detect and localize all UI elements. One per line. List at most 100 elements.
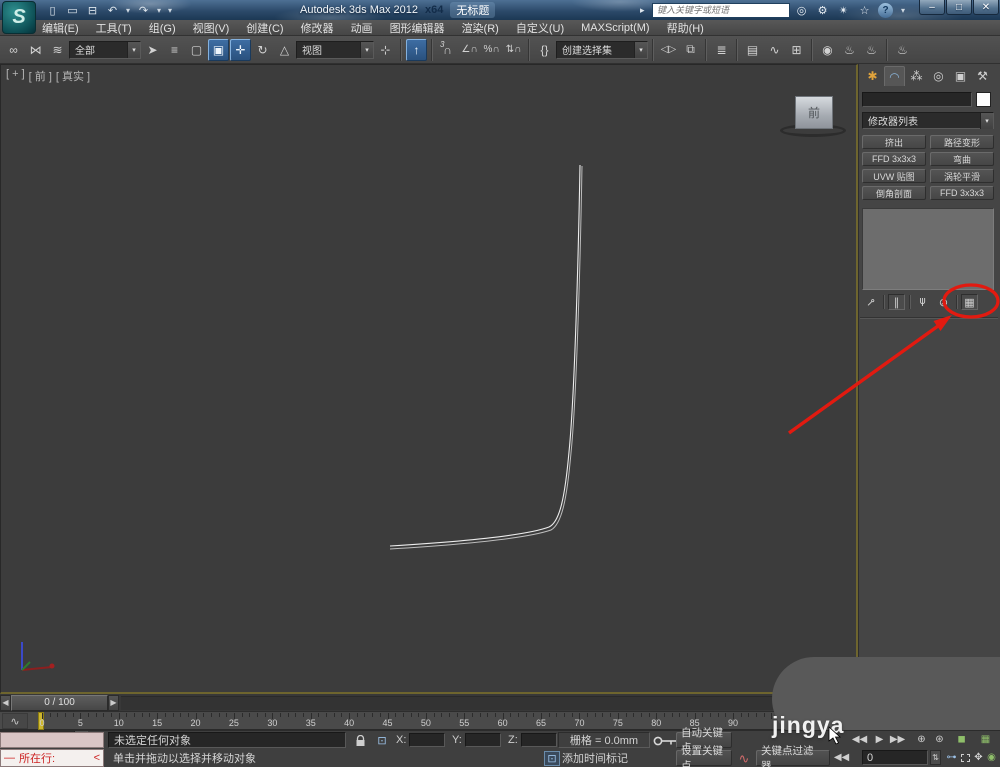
modifier-button-turbosmooth[interactable]: 涡轮平滑	[930, 169, 994, 183]
dropdown-caret-icon[interactable]: ▾	[634, 41, 647, 58]
menu-maxscript[interactable]: MAXScript(M)	[581, 22, 649, 34]
object-name-field[interactable]	[862, 91, 972, 107]
curve-editor-icon[interactable]: ∿	[764, 39, 785, 61]
schematic-view-icon[interactable]: ⊞	[786, 39, 807, 61]
configure-modifier-sets-icon[interactable]: ▦	[961, 294, 978, 310]
viewport-pov-menu[interactable]: [ 前 ]	[29, 68, 52, 84]
undo-icon[interactable]: ↶	[104, 3, 121, 18]
modifier-button-path-deform[interactable]: 路径变形	[930, 135, 994, 149]
selection-filter-dropdown[interactable]: 全部 ▾	[69, 40, 141, 59]
search-flyout-icon[interactable]: ▸	[640, 5, 650, 16]
zoom-icon[interactable]: ⊕	[914, 732, 929, 747]
key-mode-step-icon[interactable]: ◀◀	[834, 750, 849, 765]
open-mini-curve-editor-icon[interactable]: ∿	[2, 713, 28, 729]
menu-tools[interactable]: 工具(T)	[96, 20, 132, 36]
pin-stack-icon[interactable]: ⊸	[859, 290, 882, 313]
communication-center-icon[interactable]: ✴	[836, 4, 851, 17]
modify-tab-icon[interactable]: ◠	[884, 66, 905, 86]
reference-coordinate-dropdown[interactable]: 视图 ▾	[296, 40, 374, 59]
menu-help[interactable]: 帮助(H)	[667, 20, 704, 36]
zoom-extents-icon[interactable]: ◼	[954, 732, 969, 747]
menu-graph-editors[interactable]: 图形编辑器	[390, 20, 445, 36]
modifier-button-bend[interactable]: 弯曲	[930, 152, 994, 166]
time-tag-icon[interactable]: ⊡	[544, 751, 560, 766]
dropdown-caret-icon[interactable]: ▾	[980, 112, 993, 129]
viewcube[interactable]: 前	[795, 96, 833, 129]
menu-modifiers[interactable]: 修改器	[301, 20, 334, 36]
select-and-manipulate-icon[interactable]: ⊹	[375, 39, 396, 61]
selection-lock-icon[interactable]	[352, 733, 368, 748]
motion-tab-icon[interactable]: ◎	[928, 66, 949, 86]
search-input[interactable]	[652, 2, 790, 18]
object-color-swatch[interactable]	[976, 91, 991, 107]
y-value-field[interactable]	[464, 733, 501, 747]
graphite-ribbon-icon[interactable]: ▤	[742, 39, 763, 61]
favorites-star-icon[interactable]: ☆	[857, 4, 872, 17]
new-file-icon[interactable]: ▯	[44, 3, 61, 18]
rectangular-selection-region-icon[interactable]: ▢	[186, 39, 207, 61]
key-mode-toggle-icon[interactable]: ⊶	[944, 750, 959, 765]
viewport-general-menu[interactable]: [ + ]	[6, 68, 25, 84]
maximize-button[interactable]: □	[946, 0, 972, 15]
modifier-button-extrude[interactable]: 挤出	[862, 135, 926, 149]
modifier-button-uvw-map[interactable]: UVW 贴图	[862, 169, 926, 183]
menu-views[interactable]: 视图(V)	[193, 20, 230, 36]
align-icon[interactable]: ⧉	[680, 39, 701, 61]
render-setup-icon[interactable]: ♨	[839, 39, 860, 61]
go-to-start-icon[interactable]: ◀◀	[852, 732, 867, 747]
orbit-icon[interactable]: ◉	[984, 750, 999, 765]
help-caret-icon[interactable]: ▾	[899, 6, 907, 15]
play-animation-icon[interactable]: ▶	[872, 732, 887, 747]
hierarchy-tab-icon[interactable]: ⁂	[906, 66, 927, 86]
absolute-mode-icon[interactable]: ⊡	[374, 733, 390, 748]
modifier-button-ffd2[interactable]: FFD 3x3x3	[930, 186, 994, 200]
minimize-button[interactable]: –	[919, 0, 945, 15]
select-and-rotate-icon[interactable]: ↻	[252, 39, 273, 61]
undo-caret-icon[interactable]: ▾	[124, 6, 132, 15]
frame-spinner-icon[interactable]: ⇅	[930, 750, 941, 765]
new-key-curve-icon[interactable]: ∿	[736, 751, 752, 766]
modifier-button-ffd[interactable]: FFD 3x3x3	[862, 152, 926, 166]
bind-to-space-warp-icon[interactable]: ≋	[47, 39, 68, 61]
modifier-button-bevel-profile[interactable]: 倒角剖面	[862, 186, 926, 200]
modifier-stack-list[interactable]	[862, 208, 994, 290]
time-next-icon[interactable]: ▶	[108, 694, 119, 711]
current-frame-field[interactable]: 0	[862, 750, 928, 765]
menu-customize[interactable]: 自定义(U)	[516, 20, 564, 36]
front-viewport[interactable]	[0, 64, 858, 694]
select-by-name-icon[interactable]: ≡	[164, 39, 185, 61]
mirror-icon[interactable]: ◁▷	[658, 39, 679, 61]
zoom-all-icon[interactable]: ⊛	[932, 732, 947, 747]
edit-named-selection-sets-icon[interactable]: {}	[534, 39, 555, 61]
macro-recorder-field[interactable]	[0, 732, 104, 748]
redo-icon[interactable]: ↷	[135, 3, 152, 18]
subscription-wrench-icon[interactable]: ⚙	[815, 4, 830, 17]
menu-rendering[interactable]: 渲染(R)	[462, 20, 499, 36]
menu-animation[interactable]: 动画	[351, 20, 373, 36]
close-button[interactable]: ✕	[973, 0, 999, 15]
material-editor-icon[interactable]: ◉	[817, 39, 838, 61]
menu-create[interactable]: 创建(C)	[246, 20, 283, 36]
spinner-snap-toggle-icon[interactable]: ⇅∩	[503, 39, 524, 61]
select-and-move-icon[interactable]: ✛	[230, 38, 251, 61]
help-icon[interactable]: ?	[878, 2, 893, 18]
remove-modifier-icon[interactable]: ⊘	[935, 294, 952, 310]
save-file-icon[interactable]: ⊟	[84, 3, 101, 18]
qat-flyout-icon[interactable]: ▾	[166, 6, 174, 15]
open-file-icon[interactable]: ▭	[64, 3, 81, 18]
menu-group[interactable]: 组(G)	[149, 20, 176, 36]
dropdown-caret-icon[interactable]: ▾	[360, 41, 373, 58]
percent-snap-toggle-icon[interactable]: %∩	[481, 39, 502, 61]
menu-edit[interactable]: 编辑(E)	[42, 20, 79, 36]
trackbar-ruler[interactable]: 0 5 10 15 20 25 30 35 40 45 50 55 60 65 70 75 80 85 90	[30, 712, 858, 730]
zoom-extents-all-icon[interactable]: ▦	[978, 732, 993, 747]
render-production-icon[interactable]: ♨	[892, 39, 913, 61]
viewport-shading-menu[interactable]: [ 真实 ]	[56, 68, 90, 84]
select-object-icon[interactable]: ➤	[142, 39, 163, 61]
set-key-button[interactable]: 设置关键点	[676, 745, 732, 767]
unlink-selection-icon[interactable]: ⋈	[25, 39, 46, 61]
set-keys-key-icon[interactable]	[652, 733, 678, 748]
create-tab-icon[interactable]: ✱	[862, 66, 883, 86]
snaps-toggle-3d-icon[interactable]: 3 ∩	[437, 39, 458, 61]
modifier-list-dropdown[interactable]: 修改器列表 ▾	[862, 112, 994, 129]
